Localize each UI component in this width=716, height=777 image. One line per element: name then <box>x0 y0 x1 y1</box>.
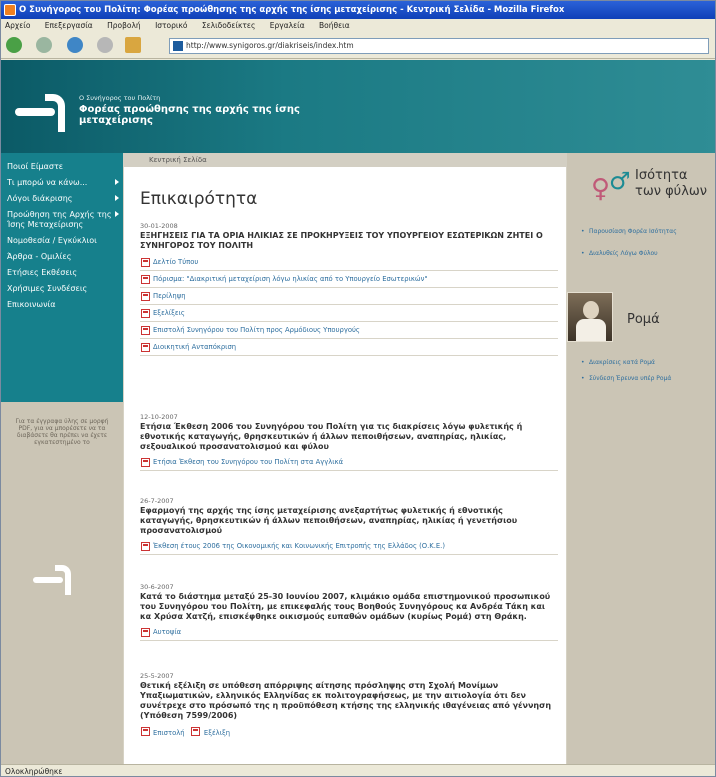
org-subtitle: Φορέας προώθησης της αρχής της ίσης μετα… <box>79 104 300 126</box>
nav-item-legislation[interactable]: Νομοθεσία / Εγκύκλιοι <box>1 233 123 249</box>
menu-bookmarks[interactable]: Σελιδοδείκτες <box>202 21 256 30</box>
browser-window: Ο Συνήγορος του Πολίτη: Φορέας προώθησης… <box>0 0 716 777</box>
equality-link[interactable]: Διαλυθείς Λόγω Φύλου <box>581 250 709 258</box>
back-icon[interactable] <box>6 37 22 53</box>
status-bar: Ολοκληρώθηκε <box>1 764 715 776</box>
news-headline[interactable]: ΕΞΗΓΗΣΕΙΣ ΓΙΑ ΤΑ ΟΡΙΑ ΗΛΙΚΙΑΣ ΣΕ ΠΡΟΚΗΡΥ… <box>140 231 558 251</box>
nav-item-contact[interactable]: Επικοινωνία <box>1 297 123 313</box>
footer-logo <box>33 565 79 597</box>
forward-icon[interactable] <box>36 37 52 53</box>
pdf-icon <box>190 727 200 736</box>
nav-item-articles[interactable]: Άρθρα - Ομιλίες <box>1 249 123 265</box>
main-column: Επικαιρότητα 30-01-2008 ΕΞΗΓΗΣΕΙΣ ΓΙΑ ΤΑ… <box>123 167 567 764</box>
pdf-icon <box>141 275 150 284</box>
home-icon[interactable] <box>125 37 141 53</box>
doc-link[interactable]: Περίληψη <box>140 288 558 305</box>
news-item: 26-7-2007 Εφαρμογή της αρχής της ίσης με… <box>140 497 558 555</box>
menu-bar: Αρχείο Επεξεργασία Προβολή Ιστορικό Σελι… <box>1 19 715 33</box>
male-symbol-icon: ♂ <box>609 167 631 195</box>
doc-links-row: Επιστολή Εξέλιξη <box>140 723 558 741</box>
doc-link[interactable]: Διοικητική Ανταπόκριση <box>140 339 558 356</box>
site-banner: Ο Συνήγορος του Πολίτη Φορέας προώθησης … <box>1 60 715 153</box>
pdf-icon <box>141 458 150 467</box>
menu-history[interactable]: Ιστορικό <box>155 21 187 30</box>
nav-toolbar: http://www.synigoros.gr/diakriseis/index… <box>1 33 715 59</box>
nav-menu: Ποιοί Είμαστε Τι μπορώ να κάνω... Λόγοι … <box>1 153 123 402</box>
equality-header: ♀ ♂ Ισότητα των φύλων <box>579 168 715 210</box>
pdf-icon <box>141 258 150 267</box>
news-item: 12-10-2007 Ετήσια Έκθεση 2006 του Συνηγό… <box>140 413 558 471</box>
doc-link[interactable]: Επιστολή <box>153 729 185 737</box>
doc-link[interactable]: Δελτίο Τύπου <box>140 254 558 271</box>
pdf-icon <box>141 628 150 637</box>
arrow-right-icon <box>115 179 119 185</box>
stop-icon[interactable] <box>97 37 113 53</box>
doc-link[interactable]: Εξελίξεις <box>140 305 558 322</box>
arrow-right-icon <box>115 195 119 201</box>
url-bar[interactable]: http://www.synigoros.gr/diakriseis/index… <box>169 38 709 54</box>
site-logo[interactable] <box>15 94 71 132</box>
roma-link[interactable]: Διακρίσεις κατά Ρομά <box>581 359 709 367</box>
menu-tools[interactable]: Εργαλεία <box>270 21 305 30</box>
nav-item-grounds[interactable]: Λόγοι διάκρισης <box>1 191 123 207</box>
news-date: 25-5-2007 <box>140 672 174 680</box>
firefox-icon <box>4 4 16 16</box>
right-sidebar: ♀ ♂ Ισότητα των φύλων Παρουσίαση Φορέα Ι… <box>567 153 715 764</box>
status-text: Ολοκληρώθηκε <box>5 767 63 776</box>
menu-view[interactable]: Προβολή <box>107 21 141 30</box>
org-name: Ο Συνήγορος του Πολίτη <box>79 94 161 102</box>
pdf-note: Για τα έγγραφα ύλης σε μορφή PDF, για να… <box>15 418 109 446</box>
pdf-icon <box>141 727 150 736</box>
menu-help[interactable]: Βοήθεια <box>319 21 350 30</box>
news-date: 12-10-2007 <box>140 413 178 421</box>
equality-link[interactable]: Παρουσίαση Φορέα Ισότητας <box>581 228 709 236</box>
news-headline[interactable]: Εφαρμογή της αρχής της ίσης μεταχείρισης… <box>140 506 558 536</box>
page-content: Ο Συνήγορος του Πολίτη Φορέας προώθησης … <box>1 60 715 764</box>
reload-icon[interactable] <box>67 37 83 53</box>
news-headline[interactable]: Ετήσια Έκθεση 2006 του Συνηγόρου του Πολ… <box>140 422 558 452</box>
news-item: 30-01-2008 ΕΞΗΓΗΣΕΙΣ ΓΙΑ ΤΑ ΟΡΙΑ ΗΛΙΚΙΑΣ… <box>140 222 558 356</box>
female-symbol-icon: ♀ <box>591 174 611 204</box>
doc-link[interactable]: Ετήσια Έκθεση του Συνηγόρου του Πολίτη σ… <box>140 454 558 471</box>
url-text: http://www.synigoros.gr/diakriseis/index… <box>186 41 354 50</box>
news-headline[interactable]: Κατά το διάστημα μεταξύ 25-30 Ιουνίου 20… <box>140 592 558 622</box>
pdf-icon <box>141 343 150 352</box>
nav-item-links[interactable]: Χρήσιμες Συνδέσεις <box>1 281 123 297</box>
left-navigation: Ποιοί Είμαστε Τι μπορώ να κάνω... Λόγοι … <box>1 153 123 764</box>
title-bar: Ο Συνήγορος του Πολίτη: Φορέας προώθησης… <box>1 1 715 19</box>
nav-item-promotion[interactable]: Προώθηση της Αρχής της Ίσης Μεταχείρισης <box>1 207 123 233</box>
doc-link[interactable]: Πόρισμα: "Διακριτική μεταχείριση λόγω ηλ… <box>140 271 558 288</box>
window-title: Ο Συνήγορος του Πολίτη: Φορέας προώθησης… <box>19 5 565 15</box>
page-title: Επικαιρότητα <box>140 189 258 209</box>
doc-link[interactable]: Επιστολή Συνηγόρου του Πολίτη προς Αρμόδ… <box>140 322 558 339</box>
arrow-right-icon <box>115 211 119 217</box>
nav-item-what-can-i-do[interactable]: Τι μπορώ να κάνω... <box>1 175 123 191</box>
news-item: 30-6-2007 Κατά το διάστημα μεταξύ 25-30 … <box>140 583 558 641</box>
menu-file[interactable]: Αρχείο <box>5 21 30 30</box>
nav-item-annual-reports[interactable]: Ετήσιες Εκθέσεις <box>1 265 123 281</box>
doc-link[interactable]: Εξέλιξη <box>204 729 230 737</box>
breadcrumb[interactable]: Κεντρική Σελίδα <box>123 153 567 167</box>
news-item: 25-5-2007 Θετική εξέλιξη σε υπόθεση απόρ… <box>140 672 558 741</box>
pdf-icon <box>141 292 150 301</box>
news-date: 30-6-2007 <box>140 583 174 591</box>
news-date: 26-7-2007 <box>140 497 174 505</box>
roma-title: Ρομά <box>627 312 660 327</box>
nav-item-about[interactable]: Ποιοί Είμαστε <box>1 159 123 175</box>
news-date: 30-01-2008 <box>140 222 178 230</box>
doc-link[interactable]: Αυτοψία <box>140 624 558 641</box>
doc-link[interactable]: Έκθεση έτους 2006 της Οικονομικής και Κο… <box>140 538 558 555</box>
news-headline[interactable]: Θετική εξέλιξη σε υπόθεση απόρριψης αίτη… <box>140 681 558 721</box>
roma-photo <box>567 292 613 342</box>
equality-title: Ισότητα των φύλων <box>635 168 708 199</box>
pdf-icon <box>141 326 150 335</box>
pdf-icon <box>141 542 150 551</box>
roma-link[interactable]: Σύνδεση Έρευνα υπέρ Ρομά <box>581 375 709 383</box>
pdf-icon <box>141 309 150 318</box>
menu-edit[interactable]: Επεξεργασία <box>45 21 93 30</box>
page-icon <box>173 41 183 51</box>
